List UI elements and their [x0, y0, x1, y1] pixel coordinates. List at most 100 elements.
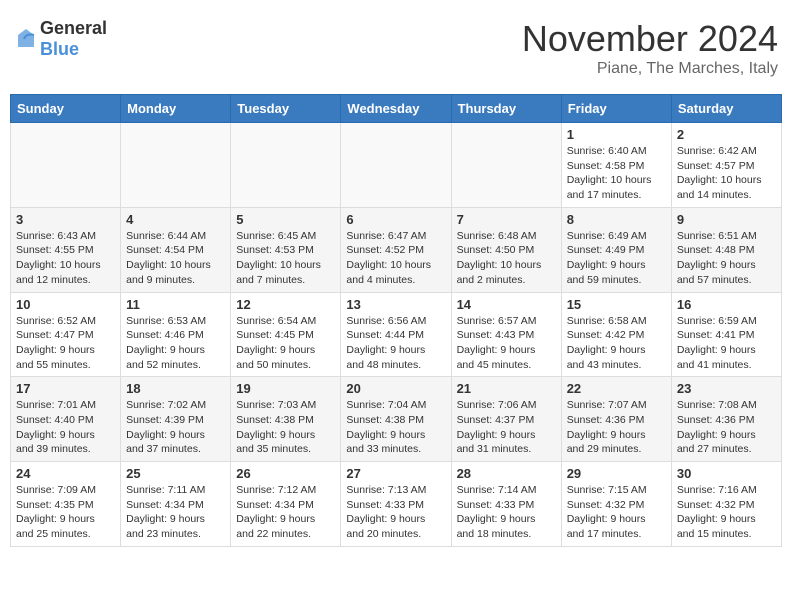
page-header: General Blue November 2024 Piane, The Ma… — [10, 10, 782, 86]
table-row: 4 Sunrise: 6:44 AM Sunset: 4:54 PM Daylig… — [121, 207, 231, 292]
table-row: 5 Sunrise: 6:45 AM Sunset: 4:53 PM Daylig… — [231, 207, 341, 292]
day-info: Sunrise: 7:15 AM Sunset: 4:32 PM Dayligh… — [567, 483, 666, 542]
calendar-week-5: 24 Sunrise: 7:09 AM Sunset: 4:35 PM Dayli… — [11, 462, 782, 547]
table-row: 25 Sunrise: 7:11 AM Sunset: 4:34 PM Dayli… — [121, 462, 231, 547]
table-row: 3 Sunrise: 6:43 AM Sunset: 4:55 PM Daylig… — [11, 207, 121, 292]
table-row: 30Sunrise: 7:16 AM Sunset: 4:32 PM Dayli… — [671, 462, 781, 547]
table-row: 1Sunrise: 6:40 AM Sunset: 4:58 PM Daylig… — [561, 123, 671, 208]
table-row: 17 Sunrise: 7:01 AM Sunset: 4:40 PM Dayli… — [11, 377, 121, 462]
calendar-week-2: 3 Sunrise: 6:43 AM Sunset: 4:55 PM Daylig… — [11, 207, 782, 292]
day-number: 25 — [126, 466, 225, 481]
table-row: 15Sunrise: 6:58 AM Sunset: 4:42 PM Dayli… — [561, 292, 671, 377]
day-info: Sunrise: 7:07 AM Sunset: 4:36 PM Dayligh… — [567, 398, 666, 457]
day-number: 23 — [677, 381, 776, 396]
day-info: Sunrise: 7:11 AM Sunset: 4:34 PM Dayligh… — [126, 483, 225, 542]
day-info: Sunrise: 6:59 AM Sunset: 4:41 PM Dayligh… — [677, 314, 776, 373]
day-number: 16 — [677, 297, 776, 312]
table-row: 8 Sunrise: 6:49 AM Sunset: 4:49 PM Daylig… — [561, 207, 671, 292]
day-number: 12 — [236, 297, 335, 312]
day-number: 8 — [567, 212, 666, 227]
day-info: Sunrise: 7:04 AM Sunset: 4:38 PM Dayligh… — [346, 398, 445, 457]
day-info: Sunrise: 6:48 AM Sunset: 4:50 PM Dayligh… — [457, 229, 556, 288]
day-info: Sunrise: 7:08 AM Sunset: 4:36 PM Dayligh… — [677, 398, 776, 457]
table-row — [451, 123, 561, 208]
day-number: 24 — [16, 466, 115, 481]
day-number: 10 — [16, 297, 115, 312]
location-title: Piane, The Marches, Italy — [522, 60, 778, 78]
day-number: 6 — [346, 212, 445, 227]
table-row: 26 Sunrise: 7:12 AM Sunset: 4:34 PM Dayli… — [231, 462, 341, 547]
day-info: Sunrise: 6:44 AM Sunset: 4:54 PM Dayligh… — [126, 229, 225, 288]
table-row — [231, 123, 341, 208]
header-sunday: Sunday — [11, 95, 121, 123]
table-row: 14 Sunrise: 6:57 AM Sunset: 4:43 PM Dayli… — [451, 292, 561, 377]
header-friday: Friday — [561, 95, 671, 123]
table-row: 28 Sunrise: 7:14 AM Sunset: 4:33 PM Dayli… — [451, 462, 561, 547]
table-row: 24 Sunrise: 7:09 AM Sunset: 4:35 PM Dayli… — [11, 462, 121, 547]
day-number: 26 — [236, 466, 335, 481]
table-row — [11, 123, 121, 208]
day-info: Sunrise: 6:49 AM Sunset: 4:49 PM Dayligh… — [567, 229, 666, 288]
day-number: 19 — [236, 381, 335, 396]
table-row — [121, 123, 231, 208]
day-number: 28 — [457, 466, 556, 481]
table-row: 19Sunrise: 7:03 AM Sunset: 4:38 PM Dayli… — [231, 377, 341, 462]
day-info: Sunrise: 6:51 AM Sunset: 4:48 PM Dayligh… — [677, 229, 776, 288]
table-row: 16 Sunrise: 6:59 AM Sunset: 4:41 PM Dayli… — [671, 292, 781, 377]
day-number: 3 — [16, 212, 115, 227]
day-info: Sunrise: 7:12 AM Sunset: 4:34 PM Dayligh… — [236, 483, 335, 542]
day-number: 18 — [126, 381, 225, 396]
logo-icon — [14, 27, 38, 51]
day-number: 7 — [457, 212, 556, 227]
table-row: 10 Sunrise: 6:52 AM Sunset: 4:47 PM Dayli… — [11, 292, 121, 377]
logo-text: General Blue — [40, 18, 107, 60]
day-number: 30 — [677, 466, 776, 481]
table-row — [341, 123, 451, 208]
day-info: Sunrise: 7:13 AM Sunset: 4:33 PM Dayligh… — [346, 483, 445, 542]
calendar-week-3: 10 Sunrise: 6:52 AM Sunset: 4:47 PM Dayli… — [11, 292, 782, 377]
day-number: 21 — [457, 381, 556, 396]
month-title: November 2024 — [522, 18, 778, 60]
logo: General Blue — [14, 18, 107, 60]
day-number: 9 — [677, 212, 776, 227]
table-row: 13 Sunrise: 6:56 AM Sunset: 4:44 PM Dayli… — [341, 292, 451, 377]
table-row: 29Sunrise: 7:15 AM Sunset: 4:32 PM Dayli… — [561, 462, 671, 547]
day-info: Sunrise: 6:43 AM Sunset: 4:55 PM Dayligh… — [16, 229, 115, 288]
table-row: 9 Sunrise: 6:51 AM Sunset: 4:48 PM Daylig… — [671, 207, 781, 292]
title-area: November 2024 Piane, The Marches, Italy — [522, 18, 778, 78]
calendar-week-1: 1Sunrise: 6:40 AM Sunset: 4:58 PM Daylig… — [11, 123, 782, 208]
table-row: 12 Sunrise: 6:54 AM Sunset: 4:45 PM Dayli… — [231, 292, 341, 377]
table-row: 20 Sunrise: 7:04 AM Sunset: 4:38 PM Dayli… — [341, 377, 451, 462]
day-number: 13 — [346, 297, 445, 312]
day-info: Sunrise: 6:56 AM Sunset: 4:44 PM Dayligh… — [346, 314, 445, 373]
day-number: 20 — [346, 381, 445, 396]
header-tuesday: Tuesday — [231, 95, 341, 123]
table-row: 21 Sunrise: 7:06 AM Sunset: 4:37 PM Dayli… — [451, 377, 561, 462]
table-row: 6 Sunrise: 6:47 AM Sunset: 4:52 PM Daylig… — [341, 207, 451, 292]
day-info: Sunrise: 7:01 AM Sunset: 4:40 PM Dayligh… — [16, 398, 115, 457]
day-info: Sunrise: 6:58 AM Sunset: 4:42 PM Dayligh… — [567, 314, 666, 373]
table-row: 27Sunrise: 7:13 AM Sunset: 4:33 PM Dayli… — [341, 462, 451, 547]
header-saturday: Saturday — [671, 95, 781, 123]
day-number: 5 — [236, 212, 335, 227]
day-info: Sunrise: 7:09 AM Sunset: 4:35 PM Dayligh… — [16, 483, 115, 542]
day-info: Sunrise: 7:06 AM Sunset: 4:37 PM Dayligh… — [457, 398, 556, 457]
day-info: Sunrise: 6:52 AM Sunset: 4:47 PM Dayligh… — [16, 314, 115, 373]
day-info: Sunrise: 6:54 AM Sunset: 4:45 PM Dayligh… — [236, 314, 335, 373]
day-number: 4 — [126, 212, 225, 227]
day-info: Sunrise: 7:02 AM Sunset: 4:39 PM Dayligh… — [126, 398, 225, 457]
header-thursday: Thursday — [451, 95, 561, 123]
day-info: Sunrise: 6:42 AM Sunset: 4:57 PM Dayligh… — [677, 144, 776, 203]
day-info: Sunrise: 7:14 AM Sunset: 4:33 PM Dayligh… — [457, 483, 556, 542]
calendar-week-4: 17 Sunrise: 7:01 AM Sunset: 4:40 PM Dayli… — [11, 377, 782, 462]
day-number: 17 — [16, 381, 115, 396]
day-number: 22 — [567, 381, 666, 396]
day-info: Sunrise: 6:45 AM Sunset: 4:53 PM Dayligh… — [236, 229, 335, 288]
calendar-header-row: Sunday Monday Tuesday Wednesday Thursday… — [11, 95, 782, 123]
table-row: 23 Sunrise: 7:08 AM Sunset: 4:36 PM Dayli… — [671, 377, 781, 462]
day-number: 14 — [457, 297, 556, 312]
table-row: 11Sunrise: 6:53 AM Sunset: 4:46 PM Dayli… — [121, 292, 231, 377]
header-wednesday: Wednesday — [341, 95, 451, 123]
day-info: Sunrise: 6:57 AM Sunset: 4:43 PM Dayligh… — [457, 314, 556, 373]
day-info: Sunrise: 6:47 AM Sunset: 4:52 PM Dayligh… — [346, 229, 445, 288]
